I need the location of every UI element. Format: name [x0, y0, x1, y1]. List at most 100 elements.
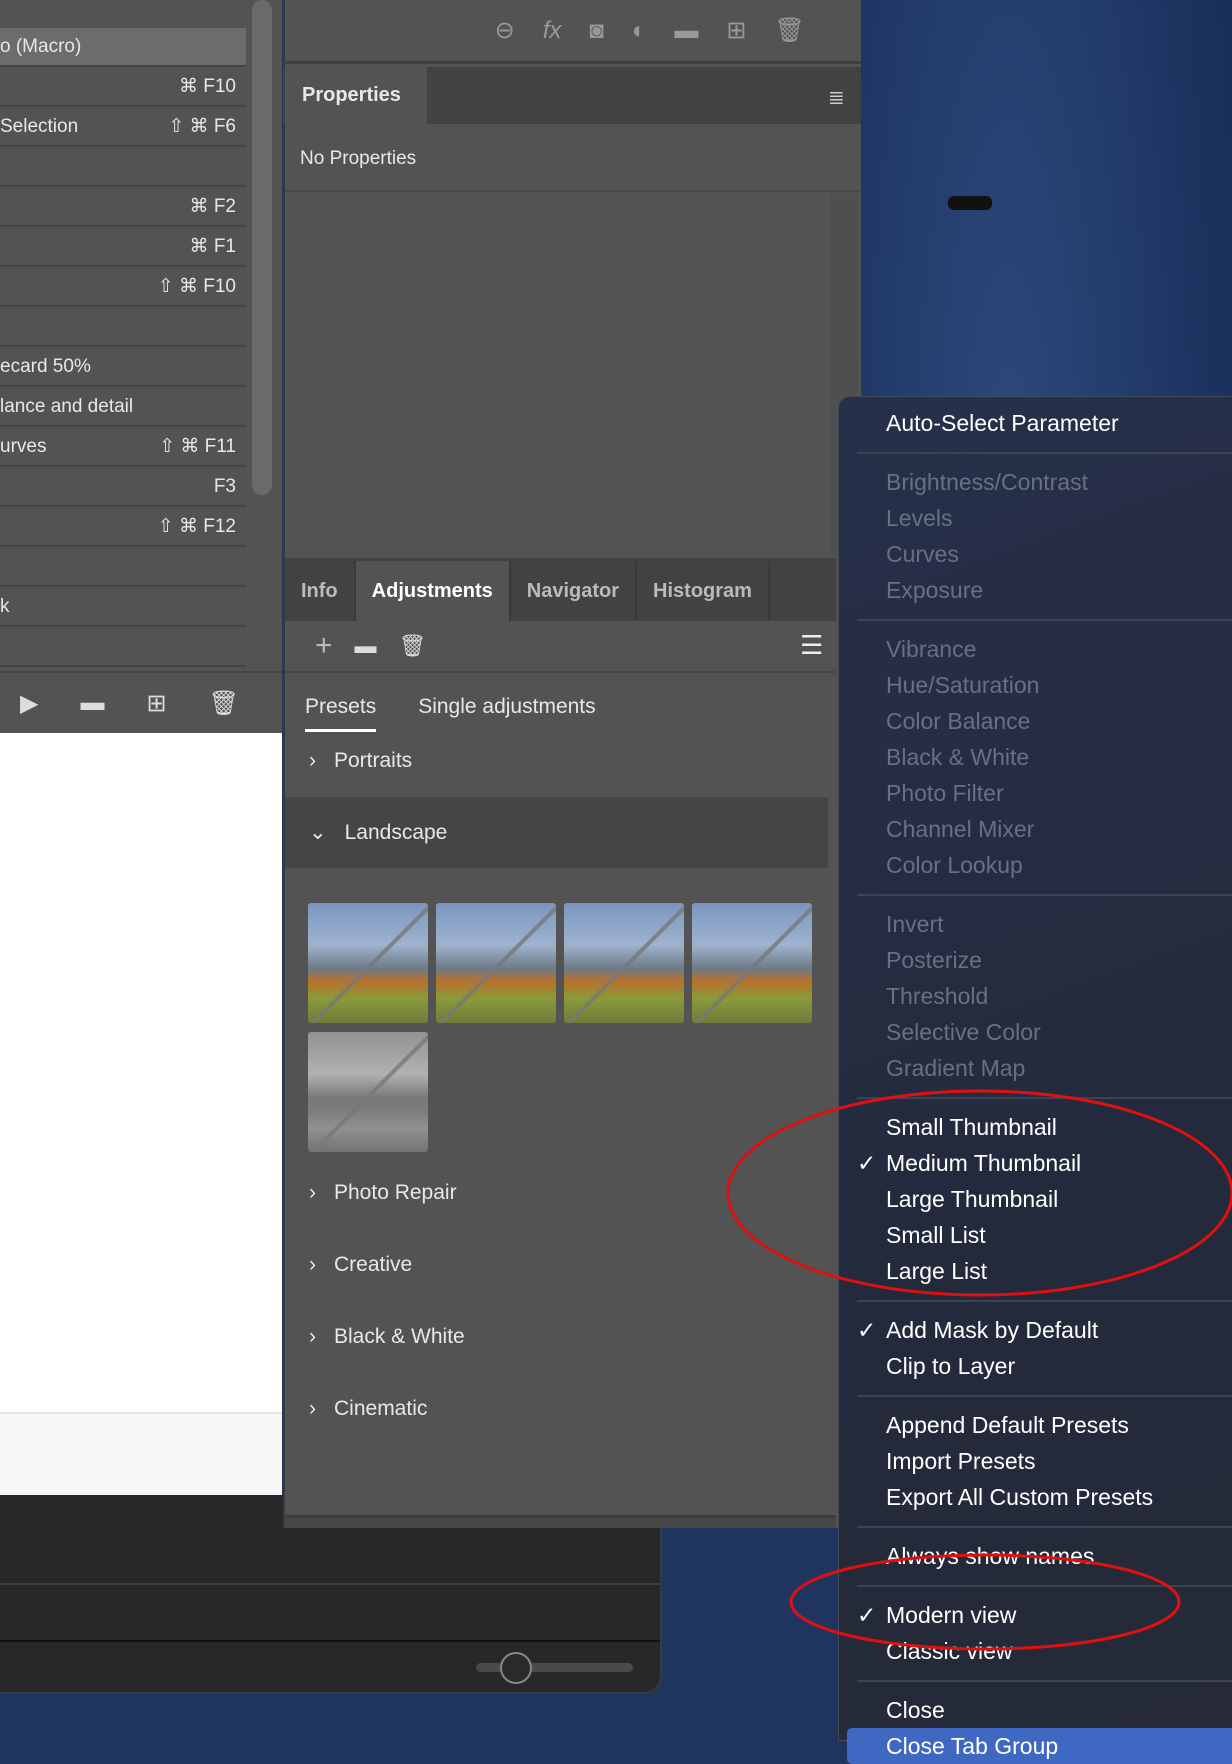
menu-item-label: Close	[886, 1696, 945, 1723]
menu-item[interactable]: Always show names	[839, 1538, 1232, 1574]
action-row[interactable]	[0, 548, 246, 587]
new-action-icon[interactable]: ⊞	[146, 689, 166, 718]
menu-item[interactable]: Small List	[839, 1217, 1232, 1253]
preset-thumbnail[interactable]	[564, 903, 684, 1023]
chevron-right-icon: ›	[309, 748, 316, 772]
menu-item[interactable]: Append Default Presets	[839, 1407, 1232, 1443]
preset-group[interactable]: › Cinematic	[285, 1373, 828, 1444]
menu-item[interactable]: Large Thumbnail	[839, 1181, 1232, 1217]
menu-item[interactable]: Clip to Layer	[839, 1348, 1232, 1384]
menu-item[interactable]: Curves	[839, 536, 1232, 572]
trash-icon[interactable]: 🗑	[399, 633, 427, 659]
menu-item[interactable]: Close Tab Group	[847, 1728, 1232, 1764]
preset-group[interactable]: › Portraits	[285, 725, 828, 796]
menu-item[interactable]: Brightness/Contrast	[839, 464, 1232, 500]
folder-icon[interactable]: ▬	[674, 17, 698, 45]
action-row[interactable]	[0, 628, 246, 667]
tab-adjustments[interactable]: Adjustments	[355, 561, 511, 621]
menu-item[interactable]: Channel Mixer	[839, 811, 1232, 847]
preset-group[interactable]: ⌄ Landscape	[285, 797, 828, 868]
menu-item[interactable]: Color Balance	[839, 703, 1232, 739]
trash-icon[interactable]: 🗑	[775, 16, 805, 45]
action-row[interactable]: F3	[0, 468, 246, 507]
menu-item[interactable]: Auto-Select Parameter	[839, 405, 1232, 441]
trash-icon[interactable]: 🗑	[209, 689, 239, 718]
panel-resize-handle[interactable]	[285, 1515, 836, 1528]
action-row[interactable]: ⌘ F2	[0, 188, 246, 227]
preset-thumbnail[interactable]	[308, 1032, 428, 1152]
preset-group[interactable]: › Photo Repair	[285, 1157, 828, 1228]
tab-info[interactable]: Info	[285, 561, 356, 621]
action-row[interactable]: urves ⇧ ⌘ F11	[0, 428, 246, 467]
menu-item[interactable]: Close	[839, 1692, 1232, 1728]
action-row[interactable]	[0, 148, 246, 187]
menu-item[interactable]: Import Presets	[839, 1443, 1232, 1479]
preset-group[interactable]: › Black & White	[285, 1301, 828, 1372]
menu-item-label: Brightness/Contrast	[886, 468, 1088, 495]
menu-item-label: Clip to Layer	[886, 1352, 1016, 1379]
mask-icon[interactable]: ◙	[589, 17, 604, 45]
action-row[interactable]: ecard 50%	[0, 348, 246, 387]
preset-thumbnail[interactable]	[692, 903, 812, 1023]
action-row[interactable]: ⇧ ⌘ F12	[0, 508, 246, 547]
action-label: Selection	[0, 115, 79, 137]
menu-item[interactable]: Large List	[839, 1253, 1232, 1289]
preset-thumbnail[interactable]	[436, 903, 556, 1023]
folder-icon[interactable]: ▬	[355, 633, 377, 659]
preset-group-label: Cinematic	[334, 1396, 428, 1420]
tab-navigator[interactable]: Navigator	[511, 561, 638, 621]
menu-item[interactable]: Vibrance	[839, 631, 1232, 667]
menu-separator	[857, 1669, 1232, 1692]
link-icon[interactable]: ⊖	[495, 16, 515, 45]
menu-item[interactable]: Small Thumbnail	[839, 1109, 1232, 1145]
folder-icon[interactable]: ▬	[80, 689, 104, 717]
menu-item[interactable]: Black & White	[839, 739, 1232, 775]
tab-properties[interactable]: Properties	[285, 67, 427, 124]
action-row[interactable]: Selection ⇧ ⌘ F6	[0, 108, 246, 147]
menu-item[interactable]: ✓ Modern view	[839, 1597, 1232, 1633]
menu-item[interactable]: ✓ Medium Thumbnail	[839, 1145, 1232, 1181]
menu-item-label: Small Thumbnail	[886, 1113, 1057, 1140]
zoom-slider-knob[interactable]	[500, 1652, 532, 1684]
preset-group[interactable]: › Creative	[285, 1229, 828, 1300]
action-label: ecard 50%	[0, 355, 91, 377]
menu-item-label: Exposure	[886, 576, 984, 603]
menu-separator	[857, 1515, 1232, 1538]
menu-item[interactable]: Selective Color	[839, 1014, 1232, 1050]
menu-item[interactable]: Posterize	[839, 942, 1232, 978]
action-row[interactable]: k	[0, 588, 246, 627]
play-icon[interactable]: ▶	[20, 689, 38, 718]
menu-item[interactable]: Exposure	[839, 572, 1232, 608]
list-view-icon[interactable]: ☰	[800, 630, 823, 661]
chevron-right-icon: ›	[309, 1396, 316, 1420]
tab-histogram[interactable]: Histogram	[637, 561, 770, 621]
action-row[interactable]: ⌘ F1	[0, 228, 246, 267]
new-layer-icon[interactable]: ⊞	[726, 16, 746, 45]
menu-item[interactable]: Photo Filter	[839, 775, 1232, 811]
action-row[interactable]: ⌘ F10	[0, 68, 246, 107]
adjustment-layer-icon[interactable]: ◐	[632, 17, 647, 45]
menu-item[interactable]: ✓ Add Mask by Default	[839, 1312, 1232, 1348]
menu-item[interactable]: Color Lookup	[839, 847, 1232, 883]
menu-item-label: Export All Custom Presets	[886, 1483, 1154, 1510]
actions-scrollbar[interactable]	[252, 0, 272, 495]
panel-menu-icon[interactable]: ≣	[828, 85, 845, 110]
divider	[285, 190, 861, 192]
menu-item[interactable]: Levels	[839, 500, 1232, 536]
add-icon[interactable]: +	[315, 629, 333, 663]
preset-group-label: Creative	[334, 1252, 413, 1276]
action-row[interactable]	[0, 308, 246, 347]
fx-icon[interactable]: fx	[543, 17, 562, 45]
menu-item[interactable]: Threshold	[839, 978, 1232, 1014]
menu-item[interactable]: Invert	[839, 906, 1232, 942]
actions-toolbar: ▶ ▬ ⊞ 🗑	[0, 671, 282, 733]
preset-thumbnail[interactable]	[308, 903, 428, 1023]
action-row[interactable]: o (Macro)	[0, 28, 246, 67]
menu-item[interactable]: Export All Custom Presets	[839, 1479, 1232, 1515]
action-row[interactable]: lance and detail	[0, 388, 246, 427]
menu-item-label: Always show names	[886, 1542, 1095, 1569]
menu-item[interactable]: Hue/Saturation	[839, 667, 1232, 703]
menu-item[interactable]: Classic view	[839, 1633, 1232, 1669]
menu-item[interactable]: Gradient Map	[839, 1050, 1232, 1086]
action-row[interactable]: ⇧ ⌘ F10	[0, 268, 246, 307]
